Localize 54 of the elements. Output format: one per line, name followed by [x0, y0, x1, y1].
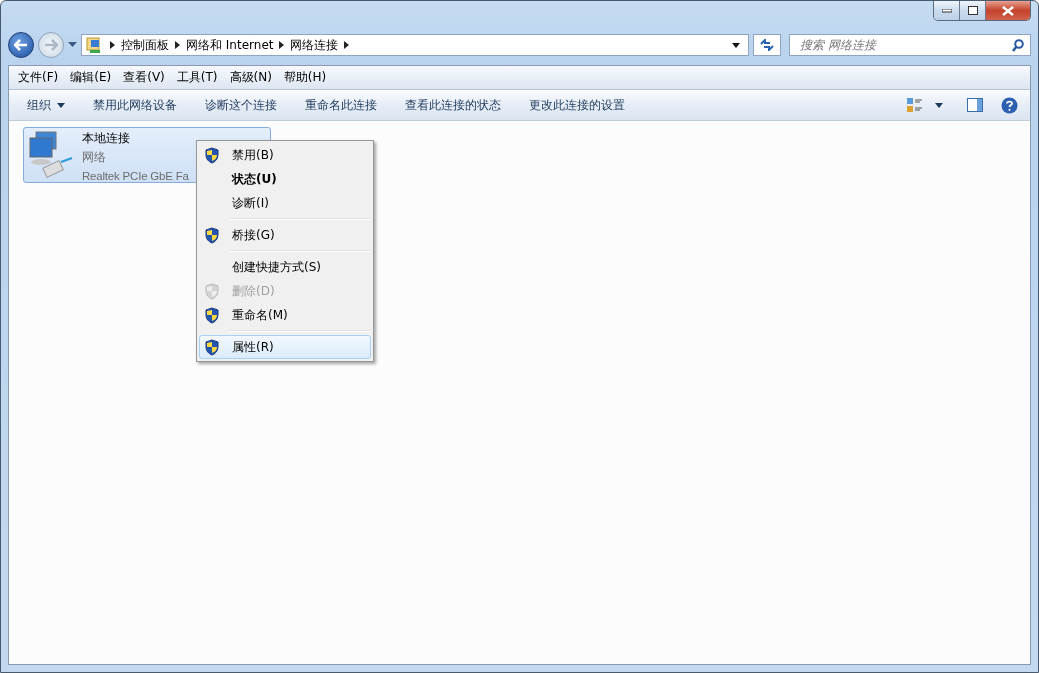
chevron-right-icon [344, 41, 350, 49]
chevron-right-icon [175, 41, 180, 49]
toolbar-button[interactable]: 查看此连接的状态 [393, 92, 513, 118]
breadcrumb-item[interactable]: 网络和 Internet [186, 36, 274, 54]
caret-icon [935, 102, 943, 108]
search-input[interactable]: 搜索 网络连接 [798, 37, 1012, 53]
context-menu-item[interactable]: 诊断(I) [199, 191, 371, 215]
arrow-right-icon [44, 39, 58, 51]
network-computer-icon [28, 130, 74, 180]
context-menu-item[interactable]: 桥接(G) [199, 223, 371, 247]
adapter-name: Realtek PCIe GbE Fa [82, 169, 189, 182]
shield-icon [204, 226, 220, 244]
arrow-left-icon [14, 39, 28, 51]
connection-name: 本地连接 [82, 130, 130, 147]
context-menu-item[interactable]: 重命名(M) [199, 303, 371, 327]
maximize-button[interactable] [960, 1, 986, 20]
toolbar-button[interactable]: 重命名此连接 [293, 92, 389, 118]
minimize-icon [941, 8, 952, 13]
close-button[interactable] [986, 1, 1030, 20]
menu-item[interactable]: 查看(V) [118, 67, 170, 88]
search-field[interactable]: 搜索 网络连接 [789, 34, 1031, 56]
toolbar-button[interactable]: 禁用此网络设备 [81, 92, 189, 118]
menu-item[interactable]: 工具(T) [171, 67, 223, 88]
shield-icon [204, 306, 220, 324]
context-menu-item[interactable]: 创建快捷方式(S) [199, 255, 371, 279]
context-menu-item[interactable]: 属性(R) [199, 335, 371, 359]
caret-icon [57, 102, 65, 108]
network-name: 网络 [82, 150, 106, 165]
help-icon [1001, 96, 1018, 114]
toolbar-button[interactable]: 组织 [15, 92, 77, 118]
view-list-icon [907, 98, 923, 112]
chevron-right-icon [110, 41, 115, 49]
menu-item[interactable]: 帮助(H) [278, 67, 332, 88]
menu-item[interactable]: 高级(N) [224, 67, 277, 88]
breadcrumb-item[interactable]: 控制面板 [121, 36, 169, 54]
menu-item[interactable]: 编辑(E) [65, 67, 117, 88]
maximize-icon [967, 6, 978, 15]
shield-icon [204, 338, 220, 356]
menu-item[interactable]: 文件(F) [13, 67, 64, 88]
shield-icon [204, 282, 220, 300]
back-button[interactable] [8, 32, 34, 58]
refresh-button[interactable] [753, 34, 781, 56]
address-bar[interactable]: 控制面板 网络和 Internet 网络连接 [81, 34, 749, 56]
caret-icon[interactable] [732, 42, 740, 48]
shield-icon [204, 146, 220, 164]
minimize-button[interactable] [934, 1, 960, 20]
toolbar-button[interactable]: 诊断这个连接 [193, 92, 289, 118]
breadcrumb-item[interactable]: 网络连接 [290, 36, 339, 54]
toolbar-button[interactable]: 更改此连接的设置 [517, 92, 637, 118]
refresh-icon [760, 39, 774, 51]
pane-icon [967, 98, 983, 112]
chevron-right-icon [279, 41, 285, 49]
search-icon [1012, 38, 1024, 52]
close-icon [1002, 5, 1014, 16]
